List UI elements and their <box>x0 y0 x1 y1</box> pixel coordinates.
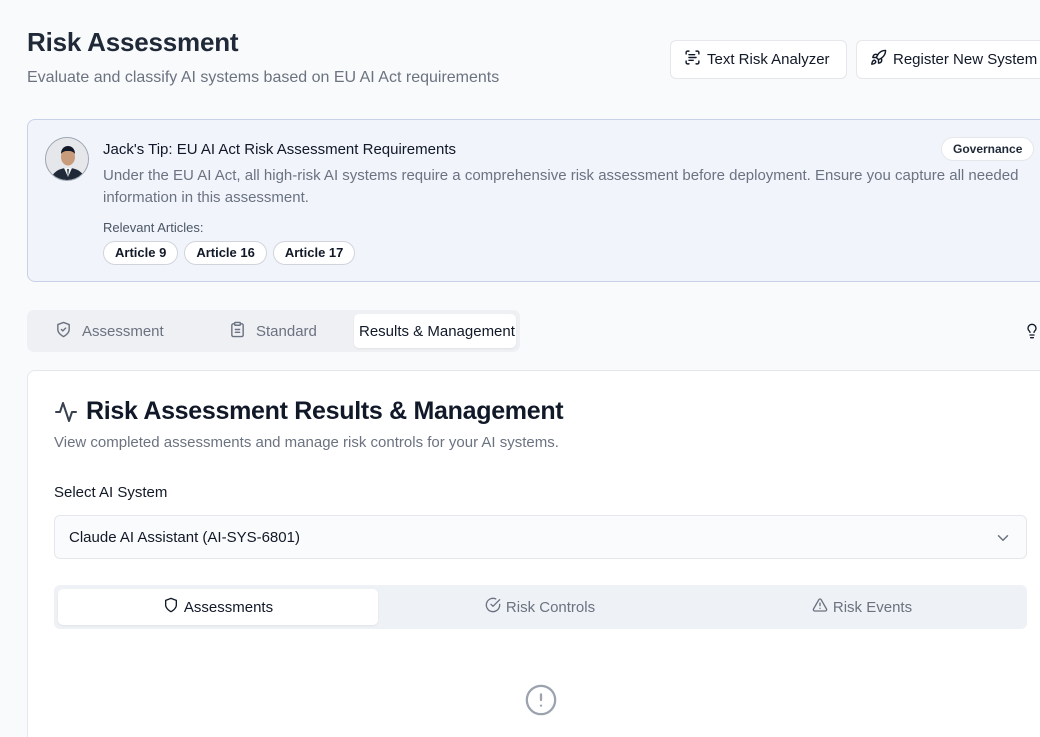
alert-circle-icon <box>524 683 558 717</box>
tab-risk-events-label: Risk Events <box>832 598 913 616</box>
text-risk-analyzer-button[interactable]: Text Risk Analyzer <box>670 40 847 79</box>
tab-results-label: Results & Management <box>359 322 515 340</box>
scan-text-icon <box>684 49 701 70</box>
tab-assessment-label: Assessment <box>82 322 164 340</box>
text-risk-analyzer-label: Text Risk Analyzer <box>707 51 830 68</box>
article-chip[interactable]: Article 16 <box>184 241 267 265</box>
relevant-articles-label: Relevant Articles: <box>103 220 204 235</box>
main-tabs: Assessment Standard Results & Management <box>27 310 520 352</box>
results-subtitle: View completed assessments and manage ri… <box>54 434 559 451</box>
alert-triangle-icon <box>812 597 828 617</box>
selected-system-value: Claude AI Assistant (AI-SYS-6801) <box>69 528 300 546</box>
tab-assessments[interactable]: Assessments <box>58 589 378 625</box>
lightbulb-icon[interactable] <box>1024 322 1040 340</box>
tab-risk-controls[interactable]: Risk Controls <box>380 589 700 625</box>
clipboard-icon <box>229 321 246 342</box>
tip-body: Under the EU AI Act, all high-risk AI sy… <box>103 167 1019 206</box>
tab-risk-events[interactable]: Risk Events <box>702 589 1022 625</box>
results-title: Risk Assessment Results & Management <box>86 397 564 425</box>
select-ai-system-label: Select AI System <box>54 484 168 501</box>
article-chip[interactable]: Article 9 <box>103 241 179 265</box>
register-new-system-button[interactable]: Register New System <box>856 40 1040 79</box>
shield-check-icon <box>55 321 72 342</box>
tab-standard-label: Standard <box>256 322 317 340</box>
tip-card: Jack's Tip: EU AI Act Risk Assessment Re… <box>27 119 1040 282</box>
results-subtabs: Assessments Risk Controls Risk Events <box>54 585 1027 629</box>
article-chips: Article 9 Article 16 Article 17 <box>103 241 356 265</box>
page-subtitle: Evaluate and classify AI systems based o… <box>27 69 500 86</box>
tip-title: Jack's Tip: EU AI Act Risk Assessment Re… <box>103 141 456 158</box>
chevron-down-icon <box>994 529 1012 547</box>
register-new-system-label: Register New System <box>893 51 1038 68</box>
check-circle-icon <box>485 597 501 617</box>
tab-assessment[interactable]: Assessment <box>55 314 164 348</box>
activity-icon <box>54 400 78 424</box>
tab-results-management[interactable]: Results & Management <box>354 314 516 348</box>
avatar <box>45 137 89 181</box>
shield-icon <box>163 597 179 617</box>
tab-assessments-label: Assessments <box>183 598 274 616</box>
results-card: Risk Assessment Results & Management Vie… <box>27 370 1040 737</box>
governance-badge: Governance <box>941 137 1035 161</box>
tab-standard[interactable]: Standard <box>229 314 317 348</box>
tab-risk-controls-label: Risk Controls <box>505 598 596 616</box>
ai-system-select[interactable]: Claude AI Assistant (AI-SYS-6801) <box>54 515 1027 559</box>
article-chip[interactable]: Article 17 <box>272 241 356 265</box>
page-title: Risk Assessment <box>27 27 239 57</box>
rocket-icon <box>870 49 887 70</box>
